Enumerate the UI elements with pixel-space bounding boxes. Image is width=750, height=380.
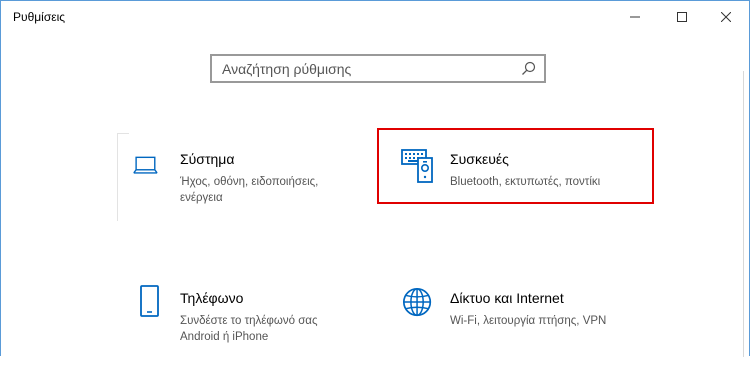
globe-icon (402, 287, 432, 317)
close-button[interactable] (703, 1, 749, 33)
search-icon[interactable] (521, 61, 536, 76)
category-description: Συνδέστε το τηλέφωνό σας Android ή iPhon… (180, 315, 318, 343)
category-description: Bluetooth, εκτυπωτές, ποντίκι (450, 176, 601, 188)
phone-icon (140, 285, 159, 317)
category-title: Συσκευές (450, 151, 509, 167)
focus-border (117, 133, 129, 134)
title-bar[interactable]: Ρυθμίσεις (1, 1, 749, 33)
scrollbar-track[interactable] (743, 71, 744, 357)
devices-icon (401, 149, 433, 183)
category-title: Δίκτυο και Internet (450, 290, 564, 306)
minimize-icon (630, 16, 640, 18)
search-box[interactable] (210, 54, 546, 83)
laptop-icon (133, 156, 158, 174)
category-phone[interactable]: Τηλέφωνο Συνδέστε το τηλέφωνό σας Androi… (131, 285, 371, 380)
close-icon (721, 12, 731, 22)
focus-border (117, 133, 118, 221)
category-description: Wi-Fi, λειτουργία πτήσης, VPN (450, 315, 607, 327)
maximize-icon (677, 12, 687, 22)
search-input[interactable] (212, 56, 512, 81)
category-description: Ήχος, οθόνη, ειδοποιήσεις, ενέργεια (180, 176, 319, 204)
category-devices[interactable]: Συσκευές Bluetooth, εκτυπωτές, ποντίκι (401, 149, 641, 241)
maximize-button[interactable] (659, 1, 705, 33)
category-network-internet[interactable]: Δίκτυο και Internet Wi-Fi, λειτουργία πτ… (401, 287, 641, 380)
minimize-button[interactable] (612, 1, 658, 33)
category-title: Τηλέφωνο (180, 290, 244, 306)
window-title: Ρυθμίσεις (13, 10, 66, 24)
settings-window: Ρυθμίσεις Σύστημα Ήχος, οθόνη, ειδοποιήσ… (0, 0, 750, 357)
category-system[interactable]: Σύστημα Ήχος, οθόνη, ειδοποιήσεις, ενέργ… (131, 151, 371, 241)
category-title: Σύστημα (180, 151, 235, 167)
